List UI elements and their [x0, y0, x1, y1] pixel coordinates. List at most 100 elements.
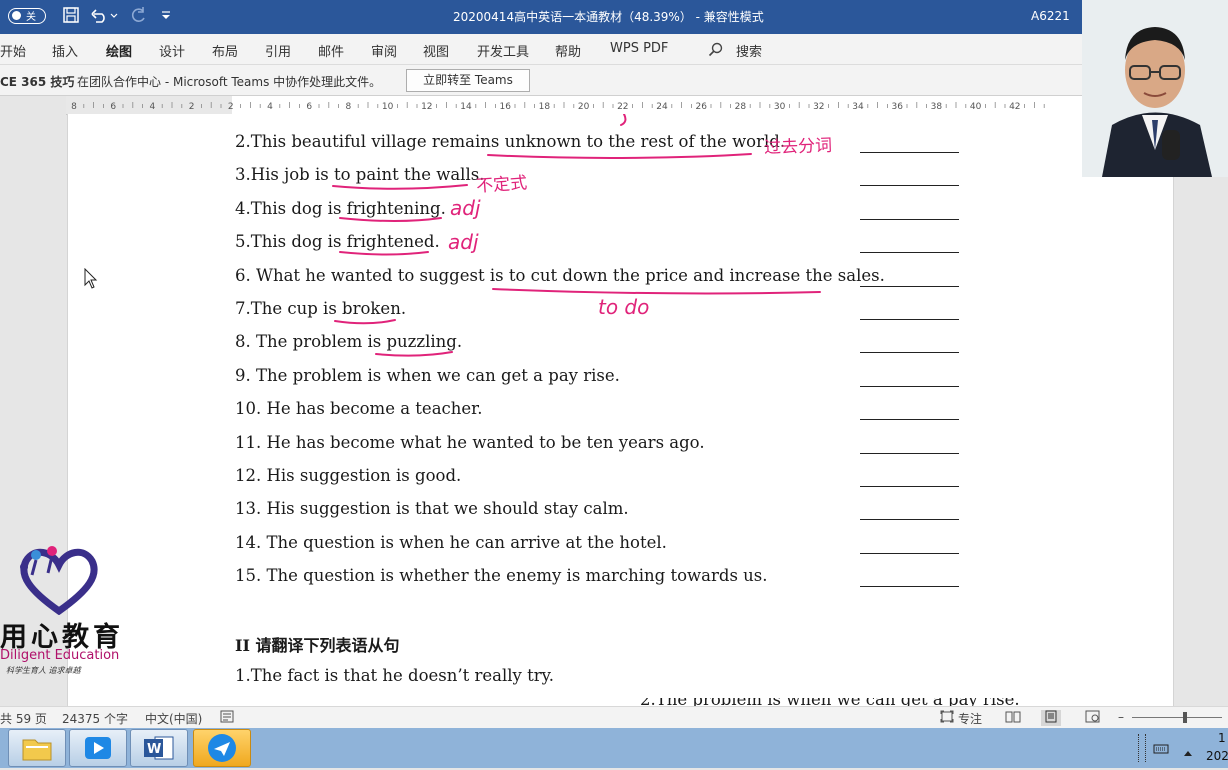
ruler-tick-label: 6: [110, 102, 116, 112]
keyboard-icon[interactable]: [1153, 740, 1169, 759]
tab-developer[interactable]: 开发工具: [477, 41, 529, 60]
brand-logo: 用心教育 Diligent Education 科学生育人 追求卓越: [0, 545, 130, 680]
tab-search[interactable]: 搜索: [736, 41, 762, 60]
logo-english-name: Diligent Education: [0, 648, 120, 663]
tab-wps-pdf[interactable]: WPS PDF: [610, 41, 668, 56]
svg-text:W: W: [147, 742, 161, 757]
ruler-tick-label: 4: [267, 102, 273, 112]
office-tips-label: CE 365 技巧: [0, 75, 75, 89]
word-icon: W: [144, 736, 174, 760]
horizontal-ruler[interactable]: 8 6 4 2 2 4 6 8 10 12 14 16 18 20 22 24 26 28 30 32 34 36 38 40…: [66, 96, 1082, 115]
customize-quick-access-icon[interactable]: [160, 6, 172, 28]
tab-references[interactable]: 引用: [265, 41, 291, 60]
ruler-tick-label: 22: [617, 102, 628, 112]
word-count[interactable]: 24375 个字: [62, 710, 128, 727]
underline-frightened: [339, 251, 429, 256]
ruler-tick-label: 36: [891, 102, 903, 112]
annotation-adj-2: adj: [448, 230, 479, 254]
ruler-tick-label: 8: [71, 102, 77, 112]
ruler-tick-label: 30: [774, 102, 786, 112]
underline-broken: [334, 319, 396, 325]
tab-design[interactable]: 设计: [159, 41, 185, 60]
ruler-tick-label: 32: [813, 102, 824, 112]
ruler-tick-label: 16: [499, 102, 511, 112]
tab-home[interactable]: 开始: [0, 41, 26, 60]
clock-date[interactable]: 202: [1206, 749, 1228, 763]
web-layout-icon[interactable]: [1085, 710, 1101, 726]
ruler-tick-label: 2: [228, 102, 234, 112]
underline-unknown: [487, 153, 752, 159]
ruler-tick-label: 4: [150, 102, 156, 112]
taskbar-word[interactable]: W: [130, 729, 188, 767]
paper-plane-icon: [208, 734, 236, 762]
zoom-out-icon[interactable]: –: [1118, 710, 1124, 724]
print-layout-icon[interactable]: [1041, 710, 1061, 726]
ruler-tick-label: 40: [970, 102, 982, 112]
tab-layout[interactable]: 布局: [212, 41, 238, 60]
ruler-tick-label: 24: [656, 102, 668, 112]
save-icon[interactable]: [62, 6, 80, 28]
toggle-knob: [12, 11, 21, 20]
taskbar-file-explorer[interactable]: [8, 729, 66, 767]
undo-icon[interactable]: [90, 6, 118, 28]
annotation-to-do: to do: [598, 295, 650, 319]
underline-puzzling: [375, 351, 453, 357]
tab-view[interactable]: 视图: [423, 41, 449, 60]
zoom-slider-thumb[interactable]: [1183, 712, 1187, 723]
mouse-pointer-icon: [84, 268, 98, 289]
document-page[interactable]: 2.This beautiful village remains unknown…: [67, 114, 1174, 706]
tab-review[interactable]: 审阅: [371, 41, 397, 60]
underline-cut-down: [492, 288, 821, 295]
account-name[interactable]: A6221: [1031, 9, 1070, 23]
zoom-slider[interactable]: [1132, 717, 1222, 718]
accessibility-icon[interactable]: [220, 710, 234, 726]
tab-mailings[interactable]: 邮件: [318, 41, 344, 60]
go-to-teams-button[interactable]: 立即转至 Teams: [406, 69, 530, 92]
webcam-feed: [1082, 0, 1228, 177]
tab-insert[interactable]: 插入: [52, 41, 78, 60]
logo-slogan: 科学生育人 追求卓越: [6, 666, 81, 675]
redo-icon[interactable]: [128, 6, 148, 28]
ruler-tick-label: 28: [735, 102, 747, 112]
status-bar: 共 59 页 24375 个字 中文(中国) 专注 –: [0, 706, 1228, 729]
ruler-tick-label: 10: [382, 102, 394, 112]
read-mode-icon[interactable]: [1005, 710, 1021, 726]
ruler-tick-label: 2: [189, 102, 195, 112]
ribbon-tabs: 开始 插入 绘图 设计 布局 引用 邮件 审阅 视图 开发工具 帮助 WPS P…: [0, 34, 1082, 66]
heart-logo-icon: [20, 546, 98, 615]
ruler-tick-label: 14: [460, 102, 472, 112]
teams-message: 在团队合作中心 - Microsoft Teams 中协作处理此文件。: [77, 75, 382, 89]
taskbar-grip: [1138, 734, 1146, 762]
ruler-tick-label: 12: [421, 102, 432, 112]
underline-frightening: [339, 217, 442, 222]
ruler-tick-label: 18: [539, 102, 551, 112]
folder-icon: [22, 739, 52, 761]
autosave-toggle[interactable]: 关: [8, 8, 46, 24]
page-count[interactable]: 共 59 页: [0, 710, 47, 727]
ruler-scale: 8 6 4 2 2 4 6 8 10 12 14 16 18 20 22 24 26 28 30 32 34 36 38 40…: [66, 96, 1045, 114]
info-bar: CE 365 技巧 在团队合作中心 - Microsoft Teams 中协作处…: [0, 64, 1082, 96]
search-icon[interactable]: [708, 42, 724, 62]
ruler-tick-label: 42: [1009, 102, 1020, 112]
ruler-tick-label: 8: [346, 102, 352, 112]
ruler-tick-label: 38: [931, 102, 943, 112]
clock-time[interactable]: 1: [1218, 731, 1226, 745]
underline-to-paint: [332, 184, 468, 190]
focus-icon[interactable]: [940, 710, 954, 726]
tab-draw[interactable]: 绘图: [106, 41, 133, 66]
title-bar: 关 20200414高中英语一本通教材（48.39%） - 兼容性模式 A622…: [0, 0, 1082, 34]
video-player-icon: [85, 737, 111, 759]
taskbar: W 1 202: [0, 728, 1228, 768]
annotation-infinitive: 不定式: [475, 173, 528, 197]
tray-expand-icon[interactable]: [1183, 742, 1193, 761]
document-title: 20200414高中英语一本通教材（48.39%） - 兼容性模式: [453, 10, 764, 24]
taskbar-feishu[interactable]: [193, 729, 251, 767]
taskbar-video-app[interactable]: [69, 729, 127, 767]
ink-layer: [332, 114, 821, 357]
ruler-tick-label: 6: [306, 102, 312, 112]
language-indicator[interactable]: 中文(中国): [145, 710, 202, 727]
ruler-tick-label: 20: [578, 102, 590, 112]
focus-mode-label[interactable]: 专注: [958, 710, 982, 727]
tab-help[interactable]: 帮助: [555, 41, 581, 60]
presenter-video: [1082, 0, 1228, 177]
